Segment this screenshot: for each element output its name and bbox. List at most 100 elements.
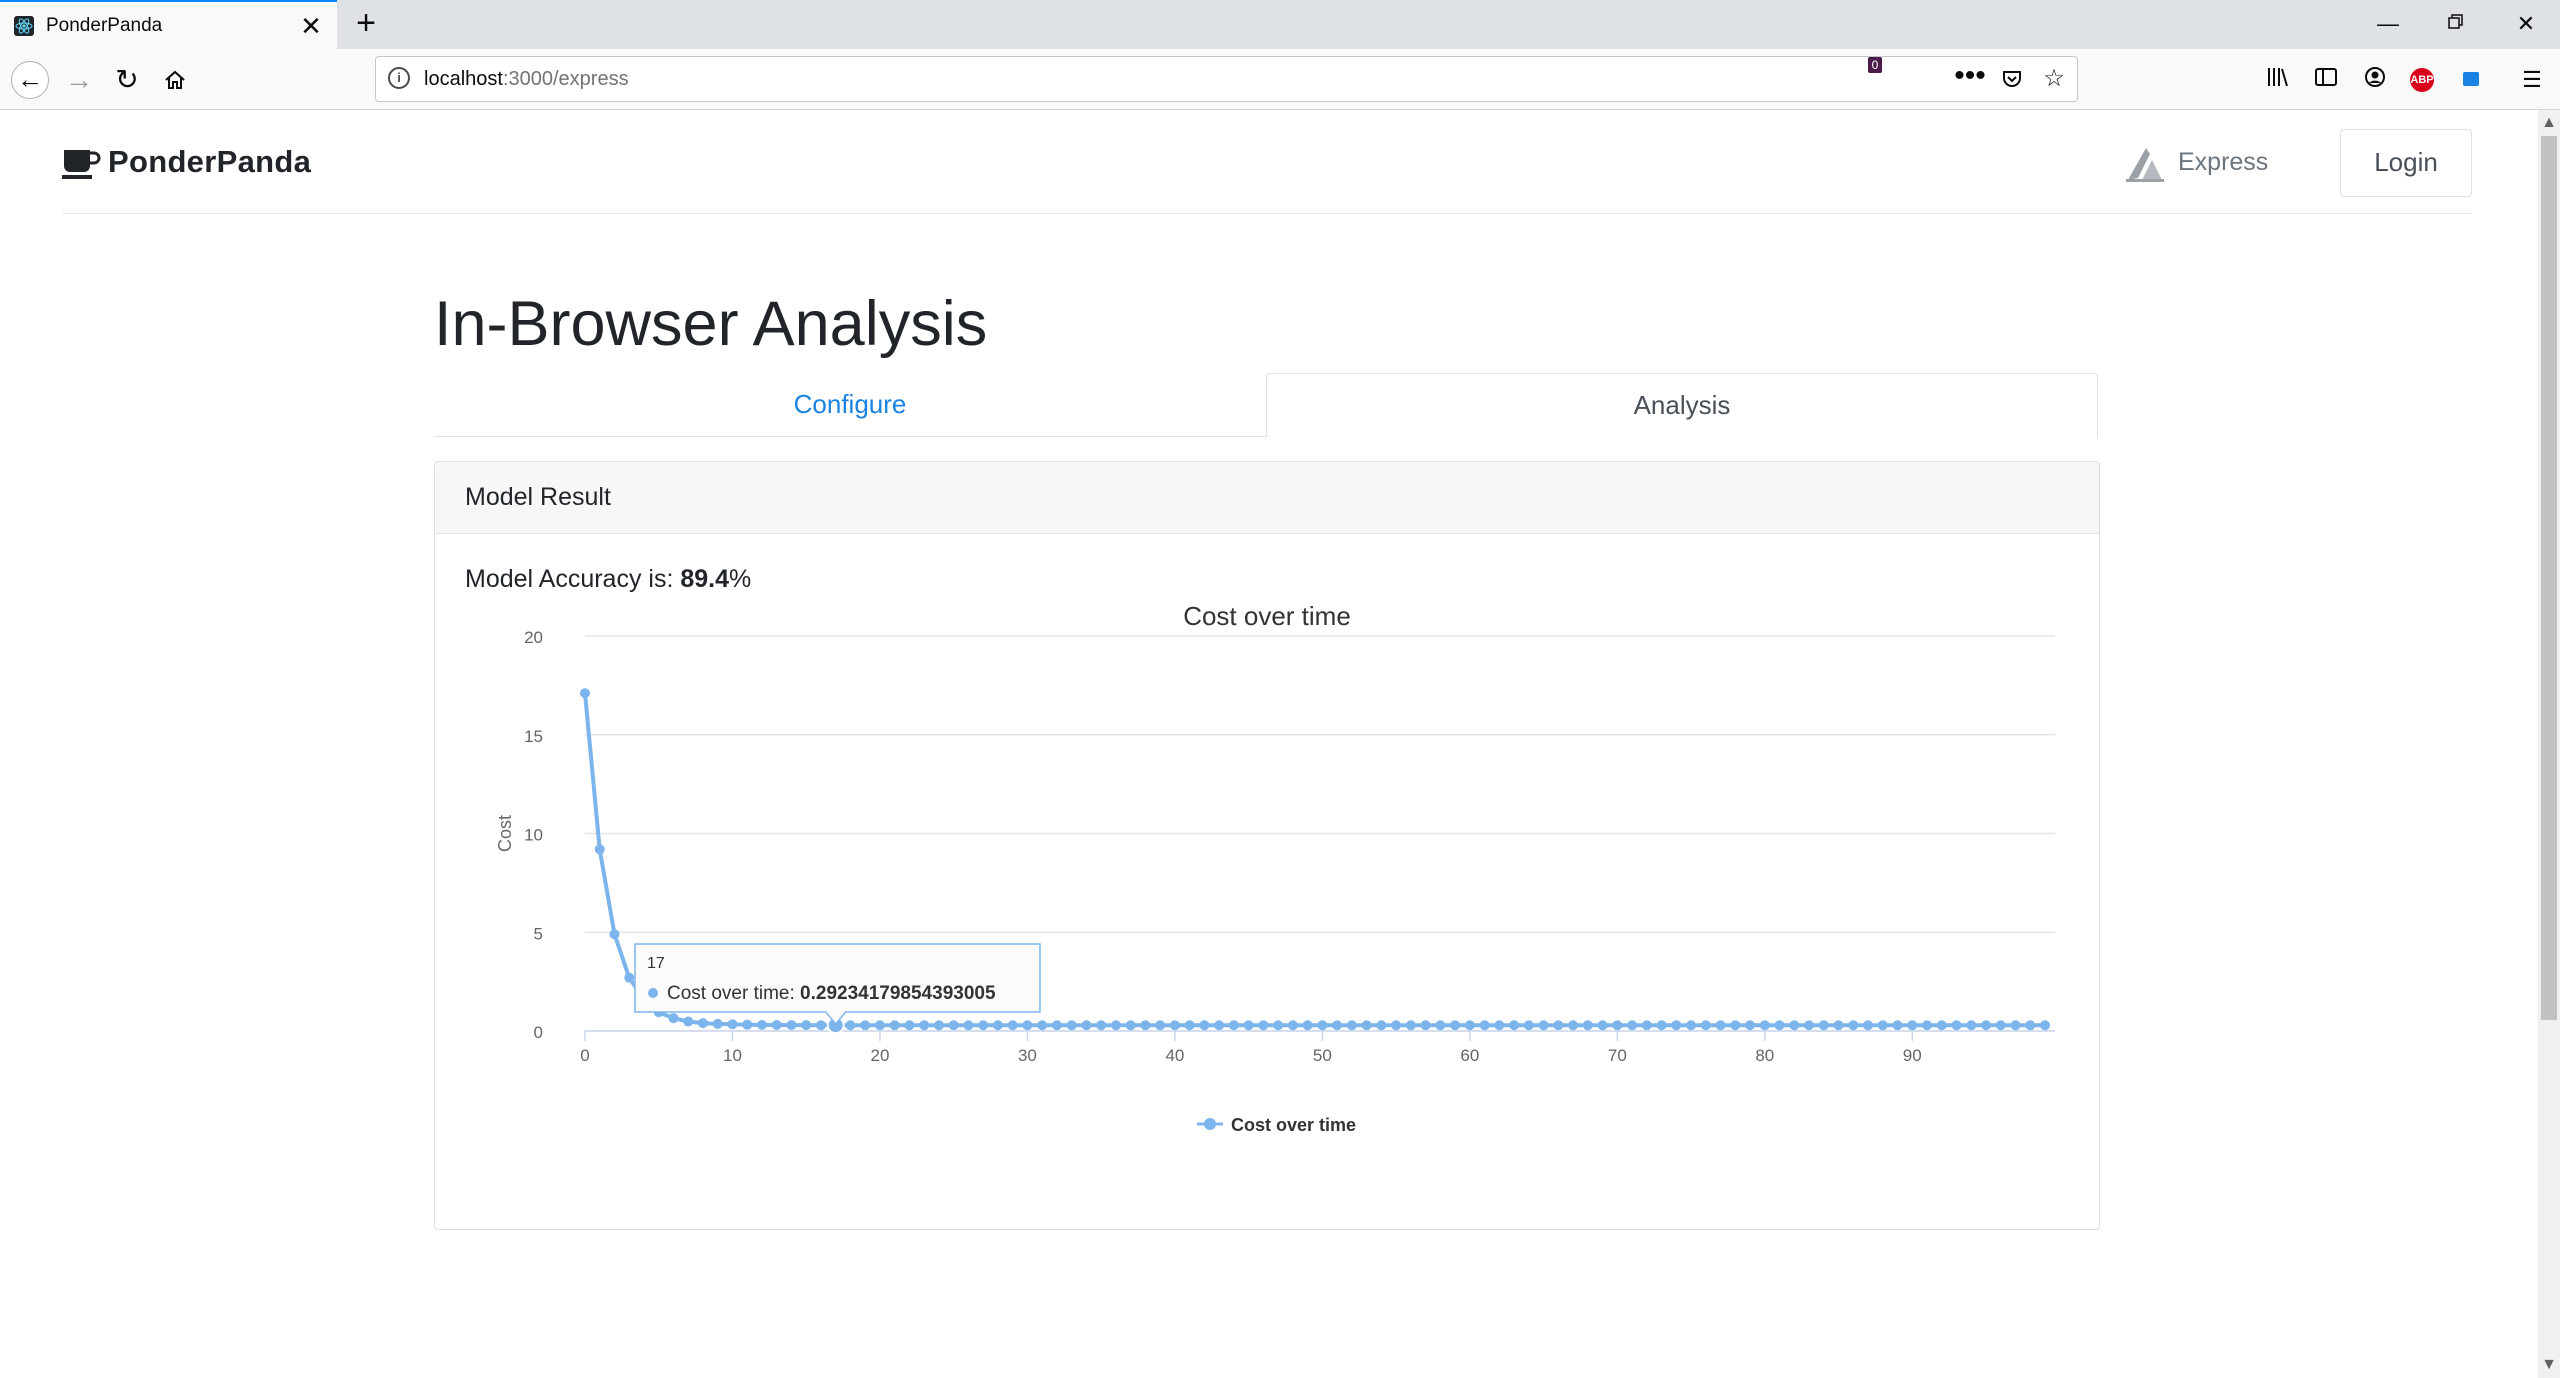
data-point[interactable] [786, 1020, 797, 1031]
site-info-icon[interactable]: i [388, 67, 410, 89]
data-point[interactable] [1184, 1020, 1195, 1031]
data-point[interactable] [978, 1020, 989, 1031]
home-button[interactable] [156, 61, 194, 99]
data-point[interactable] [1848, 1020, 1859, 1031]
data-point[interactable] [1863, 1020, 1874, 1031]
login-button[interactable]: Login [2340, 129, 2472, 197]
tab-analysis[interactable]: Analysis [1266, 373, 2098, 438]
data-point[interactable] [1966, 1020, 1977, 1031]
data-point[interactable] [904, 1020, 915, 1031]
data-point[interactable] [1804, 1020, 1815, 1031]
reload-button[interactable]: ↻ [108, 61, 146, 99]
data-point[interactable] [712, 1018, 723, 1029]
data-point[interactable] [1774, 1020, 1785, 1031]
data-point[interactable] [963, 1020, 974, 1031]
data-point[interactable] [1568, 1020, 1579, 1031]
extension-icon[interactable] [2458, 66, 2486, 94]
data-point[interactable] [1273, 1020, 1284, 1031]
data-point[interactable] [1951, 1020, 1962, 1031]
data-point[interactable] [1302, 1020, 1313, 1031]
data-point[interactable] [1258, 1020, 1269, 1031]
data-point[interactable] [1789, 1020, 1800, 1031]
restore-window-button[interactable] [2426, 10, 2486, 38]
data-point[interactable] [2040, 1020, 2050, 1031]
scroll-down-icon[interactable]: ▼ [2538, 1356, 2560, 1374]
data-point[interactable] [727, 1019, 738, 1030]
scrollbar-thumb[interactable] [2541, 136, 2557, 1020]
data-point[interactable] [1346, 1020, 1357, 1031]
data-point[interactable] [1140, 1020, 1151, 1031]
data-point[interactable] [801, 1020, 812, 1031]
data-point[interactable] [1612, 1020, 1623, 1031]
data-point[interactable] [1627, 1020, 1638, 1031]
data-point[interactable] [1361, 1020, 1372, 1031]
data-point[interactable] [1818, 1020, 1829, 1031]
data-point[interactable] [1538, 1020, 1549, 1031]
library-icon[interactable] [2264, 66, 2292, 94]
site-brand[interactable]: PonderPanda [108, 144, 311, 180]
tab-configure[interactable]: Configure [434, 373, 1266, 437]
data-point[interactable] [1037, 1020, 1048, 1031]
data-point[interactable] [742, 1019, 753, 1030]
data-point[interactable] [933, 1020, 944, 1031]
close-window-button[interactable]: ✕ [2496, 10, 2556, 38]
data-point[interactable] [1597, 1020, 1608, 1031]
data-point[interactable] [2010, 1020, 2021, 1031]
data-point[interactable] [1405, 1020, 1416, 1031]
data-point[interactable] [919, 1020, 930, 1031]
data-point[interactable] [1007, 1020, 1018, 1031]
bookmark-star-icon[interactable]: ☆ [2038, 63, 2070, 95]
page-scrollbar[interactable]: ▲ ▼ [2538, 110, 2560, 1378]
browser-tab[interactable]: PonderPanda ✕ [0, 0, 337, 49]
data-point[interactable] [1907, 1020, 1918, 1031]
data-point[interactable] [1686, 1020, 1697, 1031]
adblock-plus-icon[interactable]: ABP [2410, 68, 2434, 92]
minimize-window-button[interactable]: — [2358, 10, 2418, 38]
data-point[interactable] [668, 1013, 679, 1024]
tab-close-icon[interactable]: ✕ [296, 11, 326, 41]
data-point[interactable] [1523, 1020, 1534, 1031]
data-point[interactable] [845, 1020, 856, 1031]
data-point[interactable] [1494, 1020, 1505, 1031]
data-point[interactable] [1155, 1020, 1166, 1031]
data-point[interactable] [992, 1020, 1003, 1031]
data-point[interactable] [1759, 1020, 1770, 1031]
data-point[interactable] [1391, 1020, 1402, 1031]
hamburger-menu-icon[interactable]: ☰ [2518, 66, 2546, 94]
data-point[interactable] [683, 1016, 694, 1027]
data-point[interactable] [771, 1019, 782, 1030]
scroll-up-icon[interactable]: ▲ [2538, 114, 2560, 132]
pocket-icon[interactable] [1996, 63, 2028, 95]
data-point[interactable] [1995, 1020, 2006, 1031]
data-point[interactable] [1656, 1020, 1667, 1031]
data-point[interactable] [1715, 1020, 1726, 1031]
page-actions-icon[interactable]: ••• [1954, 61, 1986, 95]
data-point[interactable] [1877, 1020, 1888, 1031]
address-bar[interactable]: i localhost:3000/express ••• ☆ [375, 56, 2078, 102]
data-point[interactable] [1892, 1020, 1903, 1031]
back-button[interactable]: ← [11, 61, 49, 99]
data-point[interactable] [580, 688, 590, 699]
data-point[interactable] [1745, 1020, 1756, 1031]
data-point[interactable] [1332, 1020, 1343, 1031]
data-point[interactable] [815, 1020, 826, 1031]
data-point[interactable] [1051, 1020, 1062, 1031]
sidebar-icon[interactable] [2312, 66, 2340, 94]
new-tab-button[interactable]: + [348, 6, 384, 42]
legend-item[interactable]: Cost over time [1231, 1115, 1356, 1135]
data-point[interactable] [1110, 1020, 1121, 1031]
data-point[interactable] [1022, 1020, 1033, 1031]
data-point[interactable] [1214, 1020, 1225, 1031]
data-point[interactable] [1420, 1020, 1431, 1031]
data-point[interactable] [1641, 1020, 1652, 1031]
data-point[interactable] [1450, 1020, 1461, 1031]
data-point[interactable] [609, 929, 620, 940]
data-point[interactable] [756, 1019, 767, 1030]
data-point[interactable] [889, 1020, 900, 1031]
data-point[interactable] [874, 1020, 885, 1031]
data-point[interactable] [1464, 1020, 1475, 1031]
data-point[interactable] [1553, 1020, 1564, 1031]
data-point[interactable] [1081, 1020, 1092, 1031]
data-point[interactable] [697, 1018, 708, 1029]
data-point[interactable] [1066, 1020, 1077, 1031]
